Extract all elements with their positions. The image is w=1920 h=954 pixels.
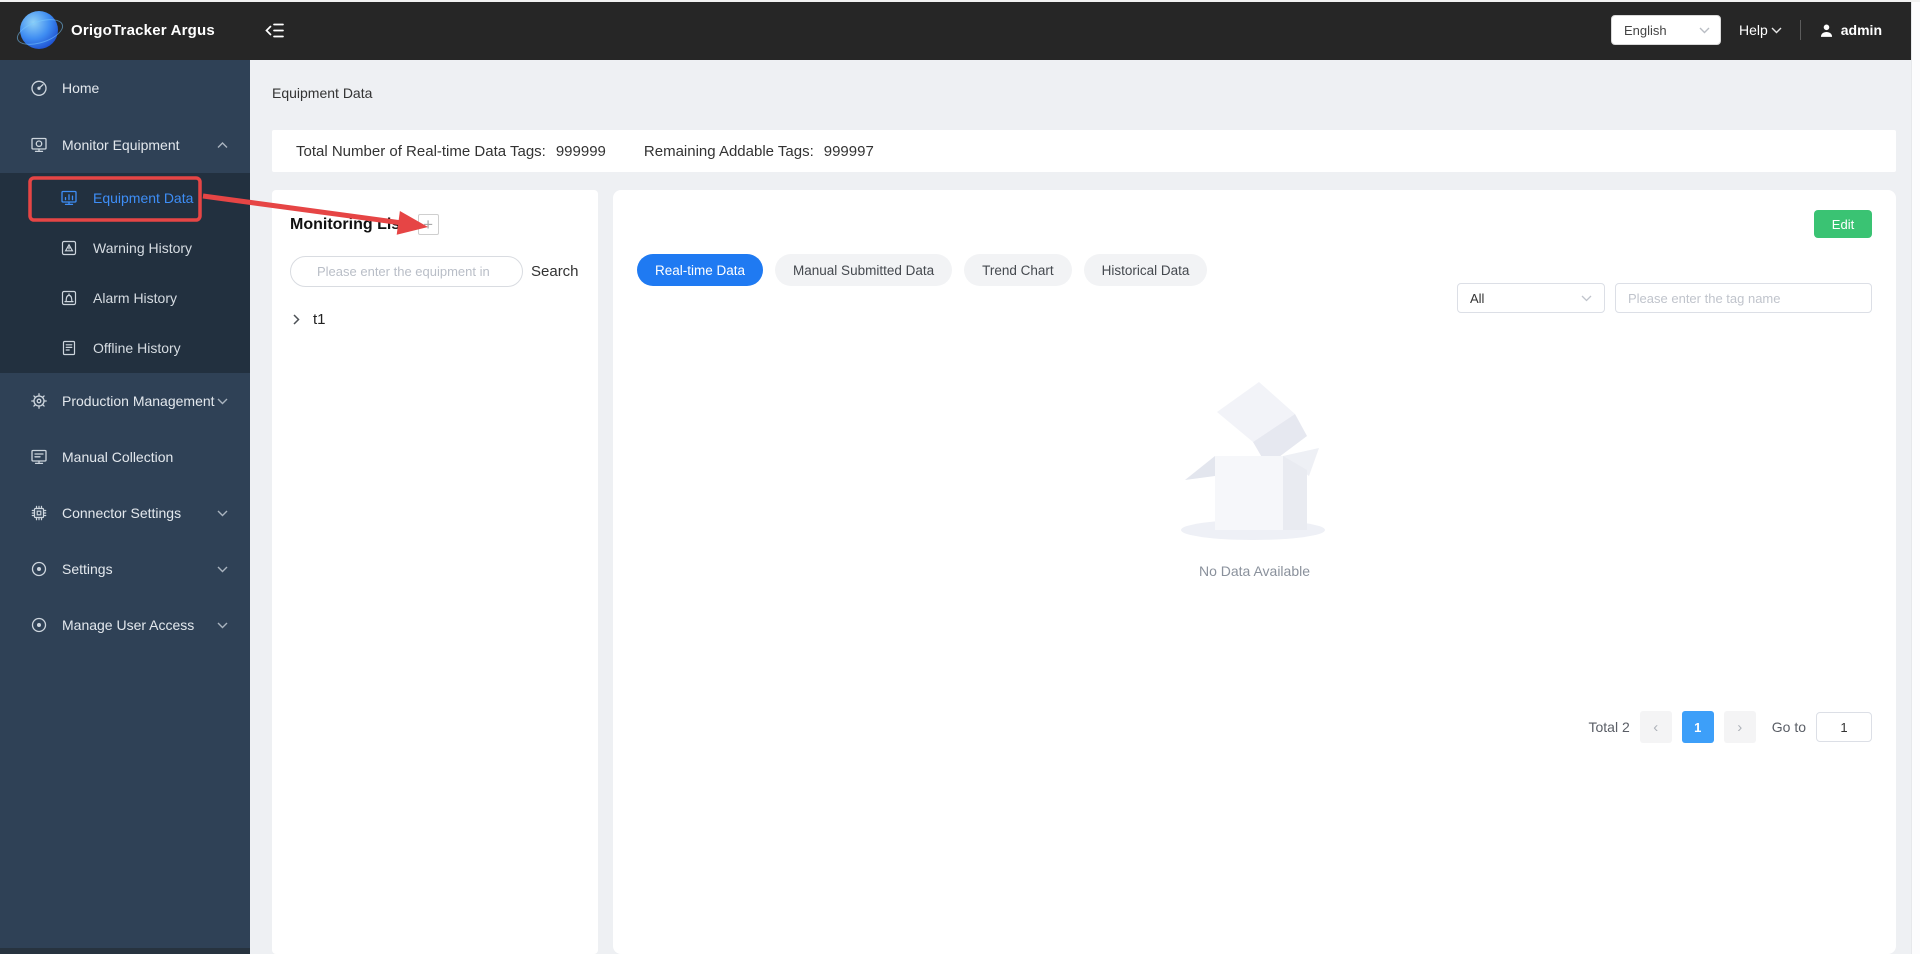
empty-box-illustration — [1180, 382, 1325, 540]
warning-icon — [60, 239, 78, 257]
next-page-button[interactable]: › — [1723, 711, 1756, 743]
help-label: Help — [1738, 22, 1768, 38]
remaining-tags-label: Remaining Addable Tags: — [643, 142, 814, 160]
user-icon — [1820, 24, 1832, 37]
search-button[interactable]: Search — [531, 263, 579, 280]
data-tabs: Real-time Data Manual Submitted Data Tre… — [637, 254, 1208, 286]
sidebar-item-label: Home — [62, 80, 100, 96]
content-area: Equipment Data Total Number of Real-time… — [250, 60, 1920, 954]
page-1-button[interactable]: 1 — [1681, 711, 1714, 743]
circle-dot-icon — [30, 560, 48, 578]
help-menu[interactable]: Help — [1739, 22, 1782, 38]
monitor-camera-icon — [30, 136, 48, 154]
tag-name-input[interactable] — [1615, 283, 1872, 313]
chevron-down-icon — [217, 622, 228, 629]
empty-state: No Data Available — [1165, 378, 1345, 579]
sidebar-item-home[interactable]: Home — [0, 60, 250, 116]
tree-item-t1[interactable]: t1 — [290, 311, 580, 328]
page: OrigoTracker Argus English Help admin Ho… — [0, 0, 1920, 954]
sidebar-item-label: Equipment Data — [93, 190, 194, 206]
chevron-right-icon — [293, 314, 300, 325]
tag-type-value: All — [1470, 290, 1485, 306]
sidebar-item-label: Manual Collection — [62, 449, 174, 465]
sidebar-item-label: Offline History — [93, 340, 181, 356]
language-select[interactable]: English — [1610, 15, 1721, 45]
sidebar-item-label: Settings — [62, 561, 113, 577]
circle-dot-icon — [30, 616, 48, 634]
gear-icon — [30, 392, 48, 410]
scrollbar-track[interactable] — [1911, 0, 1920, 954]
app-title: OrigoTracker Argus — [71, 21, 215, 39]
dashboard-icon — [30, 79, 48, 97]
sidebar-item-label: Monitor Equipment — [62, 137, 180, 153]
sidebar-item-manual-collection[interactable]: Manual Collection — [0, 429, 250, 485]
edit-button[interactable]: Edit — [1814, 210, 1872, 238]
tab-historical-data[interactable]: Historical Data — [1083, 254, 1208, 286]
logbook-icon — [60, 339, 78, 357]
sidebar-item-equipment-data[interactable]: Equipment Data — [0, 173, 250, 223]
sidebar-item-label: Warning History — [93, 240, 193, 256]
sidebar-item-alarm-history[interactable]: Alarm History — [0, 273, 250, 323]
sidebar-item-connector-settings[interactable]: Connector Settings — [0, 485, 250, 541]
equipment-search-input[interactable] — [290, 256, 523, 287]
equipment-data-panel: Edit Real-time Data Manual Submitted Dat… — [613, 190, 1896, 954]
sidebar-collapse-button[interactable] — [265, 22, 285, 39]
sidebar-item-warning-history[interactable]: Warning History — [0, 223, 250, 273]
empty-state-text: No Data Available — [1198, 563, 1311, 579]
top-bar: OrigoTracker Argus English Help admin — [0, 0, 1920, 60]
monitoring-list-panel: Monitoring List + Search t1 — [272, 190, 598, 954]
user-menu[interactable]: admin — [1819, 22, 1882, 38]
top-edge-line — [0, 0, 1920, 2]
total-tags-label: Total Number of Real-time Data Tags: — [296, 142, 546, 160]
pagination: Total 2 ‹ 1 › Go to — [1588, 711, 1872, 743]
sidebar-item-label: Manage User Access — [62, 617, 195, 633]
sidebar-item-manage-user-access[interactable]: Manage User Access — [0, 597, 250, 653]
chip-icon — [30, 504, 48, 522]
chevron-down-icon — [1699, 27, 1710, 33]
sidebar-item-production-management[interactable]: Production Management — [0, 373, 250, 429]
tab-manual-submitted-data[interactable]: Manual Submitted Data — [775, 254, 953, 286]
sidebar-item-settings[interactable]: Settings — [0, 541, 250, 597]
monitor-document-icon — [30, 448, 48, 466]
sidebar-bottom-strip — [0, 948, 250, 954]
remaining-tags-value: 999997 — [823, 142, 874, 160]
equipment-data-icon — [60, 189, 78, 207]
sidebar-item-label: Connector Settings — [62, 505, 182, 521]
chevron-down-icon — [217, 398, 228, 405]
pagination-total: Total 2 — [1588, 719, 1630, 735]
monitor-equipment-submenu: Equipment Data Warning History Alarm His… — [0, 173, 250, 373]
app-logo-icon — [20, 11, 58, 49]
sidebar: Home Monitor Equipment Equipment Data Wa… — [0, 60, 250, 954]
add-equipment-button[interactable]: + — [417, 214, 439, 235]
chevron-down-icon — [217, 566, 228, 573]
chevron-down-icon — [217, 510, 228, 517]
sidebar-item-offline-history[interactable]: Offline History — [0, 323, 250, 373]
divider — [1799, 20, 1801, 40]
total-tags-value: 999999 — [555, 142, 606, 160]
chevron-down-icon — [1771, 27, 1782, 33]
sidebar-item-label: Production Management — [62, 393, 215, 409]
monitoring-list-title: Monitoring List — [290, 215, 406, 233]
tree-item-label: t1 — [313, 311, 326, 328]
goto-label: Go to — [1771, 719, 1806, 735]
sidebar-item-monitor-equipment[interactable]: Monitor Equipment — [0, 117, 250, 173]
tab-realtime-data[interactable]: Real-time Data — [637, 254, 764, 286]
previous-page-button[interactable]: ‹ — [1639, 711, 1672, 743]
goto-page-input[interactable] — [1816, 712, 1872, 742]
filter-row: All — [1457, 283, 1872, 313]
breadcrumb: Equipment Data — [272, 85, 373, 101]
tag-type-select[interactable]: All — [1457, 283, 1605, 313]
stats-bar: Total Number of Real-time Data Tags: 999… — [272, 130, 1896, 172]
sidebar-item-label: Alarm History — [93, 290, 178, 306]
menu-fold-icon — [265, 23, 284, 37]
language-value: English — [1623, 22, 1667, 38]
tab-trend-chart[interactable]: Trend Chart — [964, 254, 1072, 286]
chevron-up-icon — [217, 141, 228, 149]
alarm-bell-icon — [60, 289, 78, 307]
chevron-down-icon — [1581, 295, 1592, 301]
topbar-right: English Help admin — [1610, 15, 1920, 45]
username: admin — [1840, 22, 1882, 38]
